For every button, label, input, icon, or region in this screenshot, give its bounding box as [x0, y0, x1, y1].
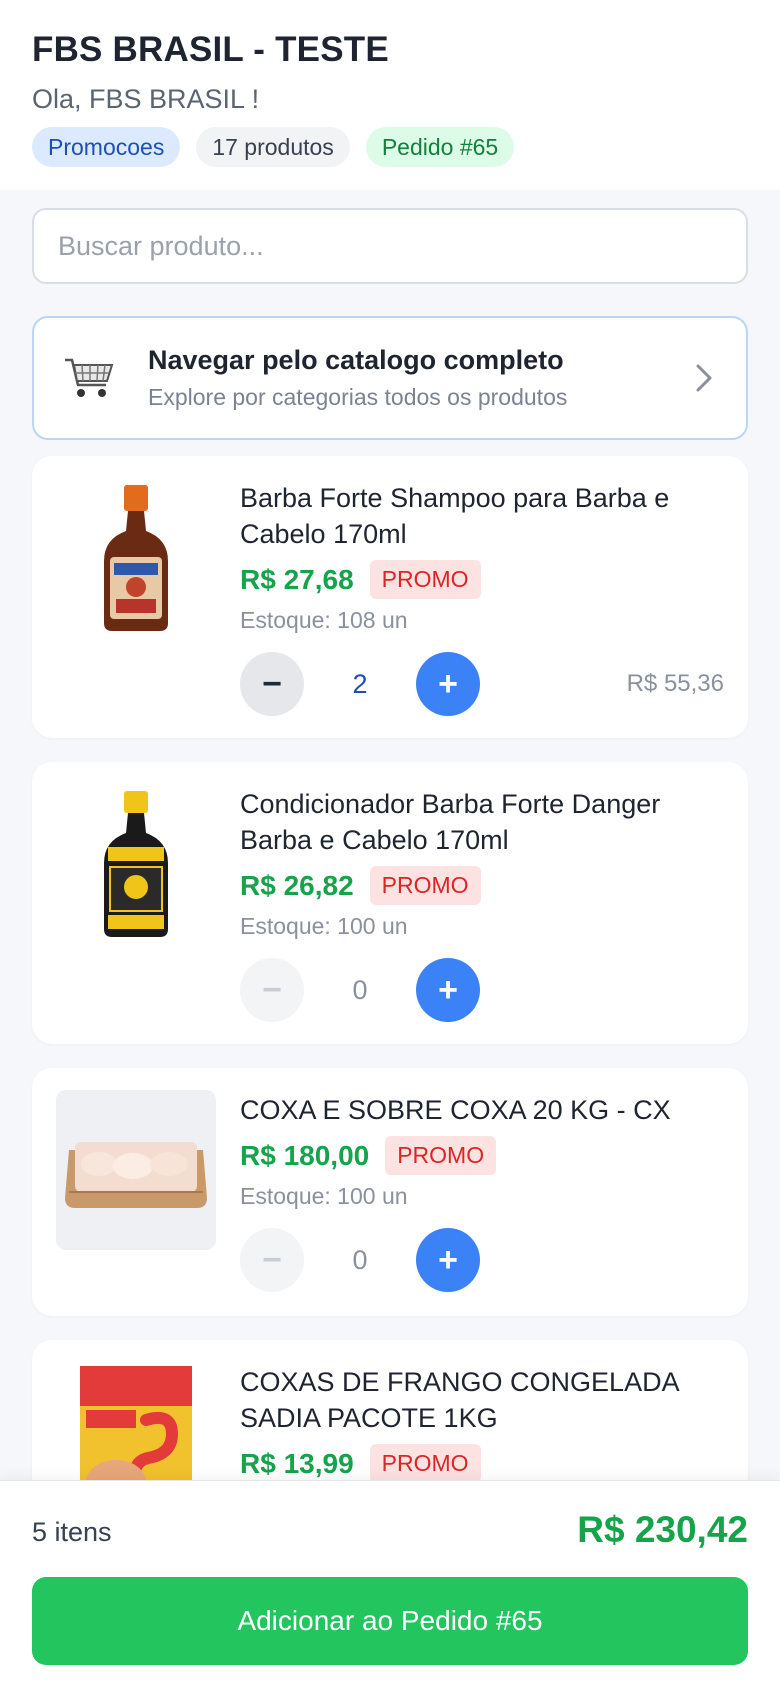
quantity-value: 2	[352, 668, 368, 699]
quantity-value: 0	[352, 974, 368, 1005]
store-header: FBS BRASIL - TESTE Ola, FBS BRASIL ! Pro…	[0, 0, 780, 190]
product-card: COXA E SOBRE COXA 20 KG - CX R$ 180,00 P…	[32, 1068, 748, 1316]
product-price: R$ 27,68	[240, 563, 354, 595]
promo-badge: PROMO	[369, 866, 481, 905]
increase-quantity-button[interactable]: +	[416, 958, 480, 1022]
stock-text: Estoque: 100 un	[240, 913, 408, 939]
quantity-value: 0	[352, 1244, 368, 1275]
product-name: COXAS DE FRANGO CONGELADA SADIA PACOTE 1…	[240, 1367, 679, 1433]
product-card: Barba Forte Shampoo para Barba e Cabelo …	[32, 456, 748, 738]
product-image	[56, 478, 216, 638]
stock-text: Estoque: 100 un	[240, 1183, 408, 1209]
items-count: 5 itens	[32, 1517, 112, 1547]
product-image	[56, 784, 216, 944]
decrease-quantity-button[interactable]: −	[240, 958, 304, 1022]
product-name: Barba Forte Shampoo para Barba e Cabelo …	[240, 483, 670, 549]
decrease-quantity-button[interactable]: −	[240, 652, 304, 716]
decrease-quantity-button[interactable]: −	[240, 1228, 304, 1292]
product-price: R$ 13,99	[240, 1447, 354, 1479]
stock-text: Estoque: 108 un	[240, 607, 408, 633]
order-footer: 5 itens R$ 230,42 Adicionar ao Pedido #6…	[0, 1480, 780, 1688]
chevron-right-icon	[696, 364, 712, 392]
catalog-title: Navegar pelo catalogo completo	[148, 345, 564, 375]
order-total: R$ 230,42	[577, 1509, 748, 1550]
greeting-text: Ola, FBS BRASIL !	[32, 84, 260, 114]
product-image	[56, 1090, 216, 1250]
chicken-box-icon	[65, 1142, 207, 1208]
promo-badge: PROMO	[385, 1136, 497, 1175]
header-chips: Promocoes 17 produtos Pedido #65	[32, 127, 748, 167]
promo-badge: PROMO	[369, 1444, 481, 1483]
catalog-subtitle: Explore por categorias todos os produtos	[148, 384, 568, 410]
product-card: Condicionador Barba Forte Danger Barba e…	[32, 762, 748, 1044]
store-title: FBS BRASIL - TESTE	[32, 30, 389, 69]
product-price: R$ 26,82	[240, 869, 354, 901]
add-to-order-button[interactable]: Adicionar ao Pedido #65	[32, 1577, 748, 1665]
promo-badge: PROMO	[369, 560, 481, 599]
order-chip: Pedido #65	[365, 127, 515, 167]
shopping-cart-icon	[65, 358, 114, 397]
conditioner-bottle-icon	[104, 791, 168, 937]
product-name: Condicionador Barba Forte Danger Barba e…	[240, 789, 661, 855]
product-price: R$ 180,00	[240, 1139, 370, 1171]
search-input[interactable]	[58, 230, 722, 262]
search-box[interactable]	[32, 208, 748, 284]
increase-quantity-button[interactable]: +	[416, 1228, 480, 1292]
increase-quantity-button[interactable]: +	[416, 652, 480, 716]
shampoo-bottle-icon	[104, 485, 168, 631]
catalog-banner[interactable]: Navegar pelo catalogo completo Explore p…	[32, 316, 748, 440]
product-name: COXA E SOBRE COXA 20 KG - CX	[240, 1095, 671, 1125]
line-subtotal: R$ 55,36	[626, 670, 724, 697]
product-count-chip: 17 produtos	[196, 127, 350, 167]
promocoes-chip[interactable]: Promocoes	[32, 127, 181, 167]
